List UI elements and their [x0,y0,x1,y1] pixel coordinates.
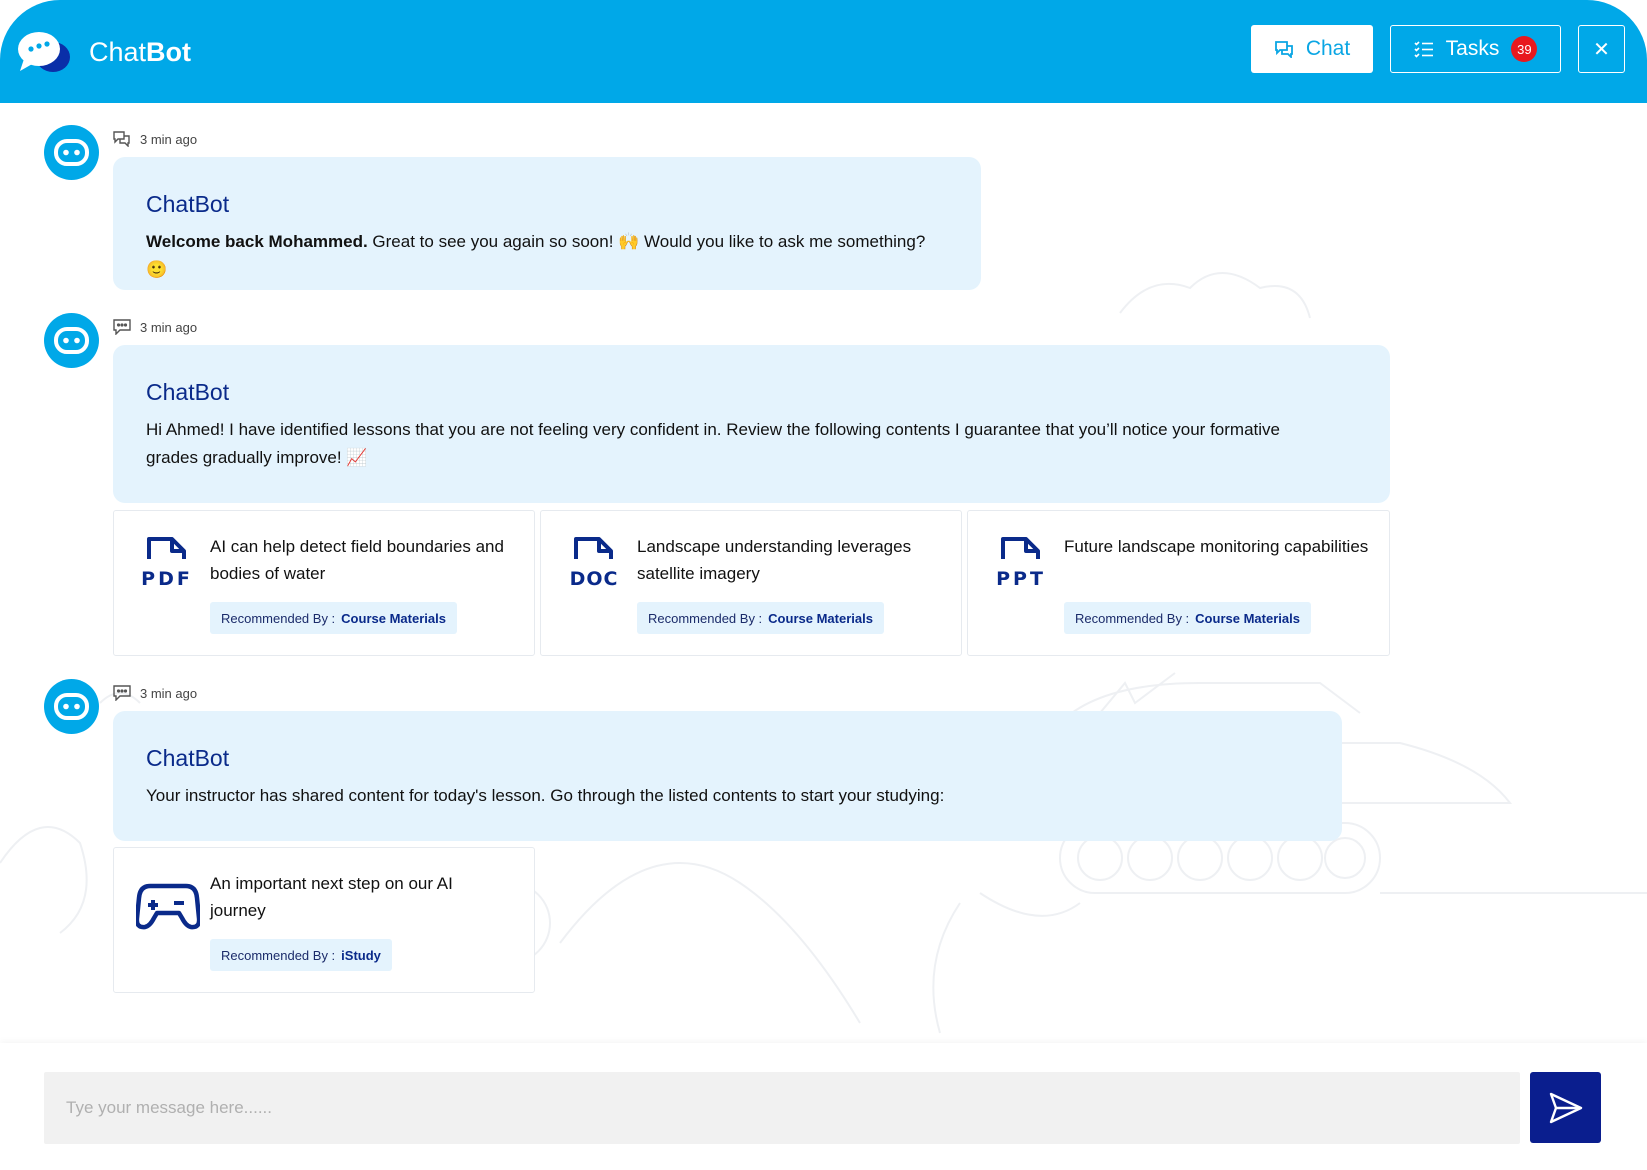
bot-avatar [44,125,99,180]
content-card-game[interactable]: An important next step on our AI journey… [113,847,535,993]
content-card-title: AI can help detect field boundaries and … [210,537,504,583]
content-card-pdf[interactable]: PDF AI can help detect field boundaries … [113,510,535,656]
message-sender: ChatBot [146,191,230,217]
comment-icon [113,685,131,701]
chat-icon [113,131,130,147]
message-meta: 3 min ago [113,685,197,701]
chat-icon [1274,41,1293,58]
bot-avatar [44,679,99,734]
content-card-title: Landscape understanding leverages satell… [637,537,912,583]
message-bubble: ChatBot Welcome back Mohammed. Great to … [113,157,981,290]
svg-text:PPT: PPT [996,568,1046,590]
recommended-tag: Recommended By : Course Materials [1064,602,1311,634]
message-bubble: ChatBot Hi Ahmed! I have identified less… [113,345,1390,503]
message-time: 3 min ago [140,685,198,701]
robot-face-icon [54,139,89,166]
ppt-file-icon: PPT [996,537,1046,590]
chat-button-label: Chat [1305,37,1351,60]
message-time: 3 min ago [140,131,198,147]
recommended-tag: Recommended By : Course Materials [210,602,457,634]
send-button[interactable] [1530,1072,1601,1143]
header: ChatBot Chat Tasks 39 ✕ [0,0,1647,103]
tasks-button[interactable]: Tasks 39 [1390,25,1561,73]
robot-face-icon [54,327,89,354]
close-button[interactable]: ✕ [1578,25,1625,73]
message-text: Welcome back Mohammed. Great to see you … [146,232,926,279]
recommended-tag: Recommended By : iStudy [210,939,392,971]
checklist-icon [1414,41,1433,58]
chat-bubbles-icon [18,32,70,72]
tasks-count-badge: 39 [1511,36,1538,62]
close-icon: ✕ [1593,38,1610,61]
gamepad-icon [136,883,200,930]
chatbot-app: ChatBot Chat Tasks 39 ✕ 3 min ago ChatBo… [0,0,1647,1170]
doc-file-icon: DOC [570,537,619,590]
message-meta: 3 min ago [113,131,197,147]
chat-button[interactable]: Chat [1251,25,1373,73]
message-composer [0,1043,1647,1170]
message-meta: 3 min ago [113,319,197,335]
tasks-button-label: Tasks [1445,37,1500,60]
robot-face-icon [54,693,89,720]
message-input[interactable] [44,1072,1520,1144]
svg-text:DOC: DOC [570,568,619,590]
message-time: 3 min ago [140,319,198,335]
message-text: Hi Ahmed! I have identified lessons that… [146,420,1280,467]
comment-icon [113,319,131,335]
message-bubble: ChatBot Your instructor has shared conte… [113,711,1342,841]
pdf-file-icon: PDF [141,537,193,590]
content-card-title: Future landscape monitoring capabilities [1064,537,1369,556]
content-card-title: An important next step on our AI journey [210,874,453,920]
content-card-doc[interactable]: DOC Landscape understanding leverages sa… [540,510,962,656]
message-sender: ChatBot [146,379,230,405]
brand-title: ChatBot [89,37,192,67]
recommended-tag: Recommended By : Course Materials [637,602,884,634]
message-text: Your instructor has shared content for t… [146,786,945,805]
bot-avatar [44,313,99,368]
svg-text:PDF: PDF [141,568,193,590]
send-icon [1549,1092,1582,1123]
message-sender: ChatBot [146,745,230,771]
content-card-ppt[interactable]: PPT Future landscape monitoring capabili… [967,510,1390,656]
